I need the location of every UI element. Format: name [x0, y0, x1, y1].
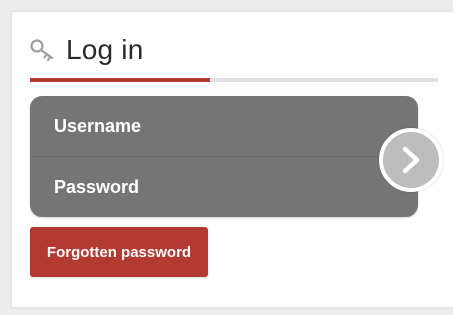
login-card: Log in Username Password Forgotten passw… — [12, 12, 453, 307]
forgotten-password-button[interactable]: Forgotten password — [30, 227, 208, 277]
submit-button[interactable] — [379, 128, 443, 192]
page-title: Log in — [66, 34, 144, 65]
login-form: Username Password — [30, 96, 418, 217]
username-field[interactable]: Username — [30, 96, 418, 156]
title-underline-accent — [30, 78, 210, 82]
password-placeholder: Password — [54, 176, 140, 197]
username-placeholder: Username — [54, 115, 142, 136]
chevron-right-icon — [398, 145, 424, 175]
password-field[interactable]: Password — [30, 157, 418, 217]
key-icon — [30, 38, 58, 62]
title-underline — [30, 78, 438, 82]
login-header: Log in — [30, 30, 144, 70]
